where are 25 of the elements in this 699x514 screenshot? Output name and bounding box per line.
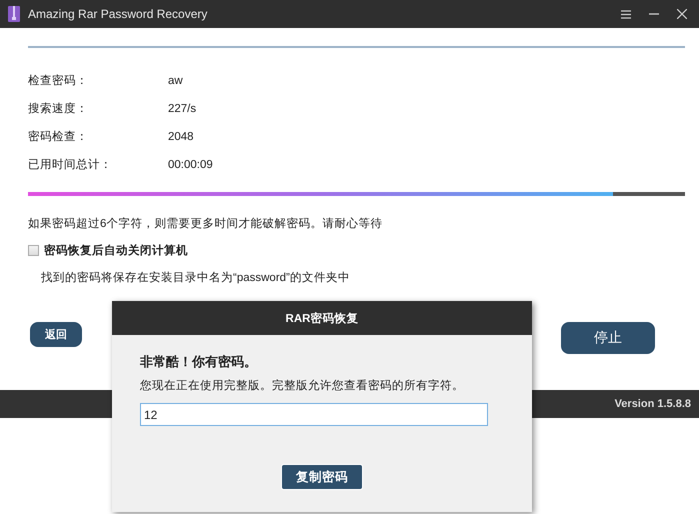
stat-value: 2048 xyxy=(168,130,195,144)
version-label: Version 1.5.8.8 xyxy=(614,398,691,410)
stat-label: 已用时间总计： xyxy=(28,158,113,172)
close-icon[interactable] xyxy=(677,9,687,19)
menu-icon[interactable] xyxy=(621,10,631,18)
stat-value: aw xyxy=(168,74,184,88)
stat-label: 搜索速度： xyxy=(28,102,89,116)
app-icon xyxy=(8,6,20,22)
dialog-message: 您现在正在使用完整版。完整版允许您查看密码的所有字符。 xyxy=(140,378,465,393)
stop-button[interactable]: 停止 xyxy=(561,322,655,354)
checkbox[interactable] xyxy=(28,245,39,256)
dialog-heading: 非常酷！你有密码。 xyxy=(140,353,258,371)
stat-label: 密码检查： xyxy=(28,130,89,144)
checkbox-label: 密码恢复后自动关闭计算机 xyxy=(44,243,188,258)
stat-label: 检查密码： xyxy=(28,74,89,88)
copy-password-button[interactable]: 复制密码 xyxy=(281,464,363,490)
minimize-icon[interactable] xyxy=(649,13,659,15)
password-field[interactable]: 12 xyxy=(140,403,488,426)
save-note: 找到的密码将保存在安装目录中名为“password”的文件夹中 xyxy=(41,270,351,285)
window-title: Amazing Rar Password Recovery xyxy=(28,7,208,21)
dialog-title: RAR密码恢复 xyxy=(286,311,358,326)
back-button[interactable]: 返回 xyxy=(30,322,82,347)
notice-text: 如果密码超过6个字符，则需要更多时间才能破解密码。请耐心等待 xyxy=(28,216,384,231)
stat-value: 00:00:09 xyxy=(168,158,214,172)
stat-value: 227/s xyxy=(168,102,198,116)
